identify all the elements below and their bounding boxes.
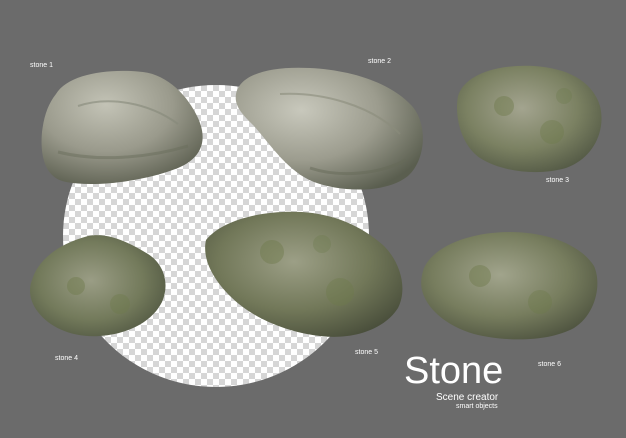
stone-1-label: stone 1	[30, 62, 53, 69]
scene-subtitle: Scene creator	[436, 392, 499, 403]
stone-6-label: stone 6	[538, 361, 561, 368]
stone-6-image	[421, 232, 598, 340]
stone-5-image	[205, 211, 403, 337]
stone-3-image	[456, 65, 602, 173]
stone-5-label: stone 5	[355, 349, 378, 356]
stone-3-label: stone 3	[546, 177, 569, 184]
scene-title: Stone	[404, 350, 504, 392]
scene-tagline: smart objects	[456, 403, 498, 410]
scene-canvas: stone 1 stone 2 stone 3 stone 4 stone 5 …	[0, 0, 626, 438]
stone-1-image	[41, 70, 203, 185]
stone-4-label: stone 4	[55, 355, 78, 362]
stone-4-image	[30, 235, 166, 337]
stone-2-label: stone 2	[368, 58, 391, 65]
stone-2-image	[235, 67, 423, 190]
